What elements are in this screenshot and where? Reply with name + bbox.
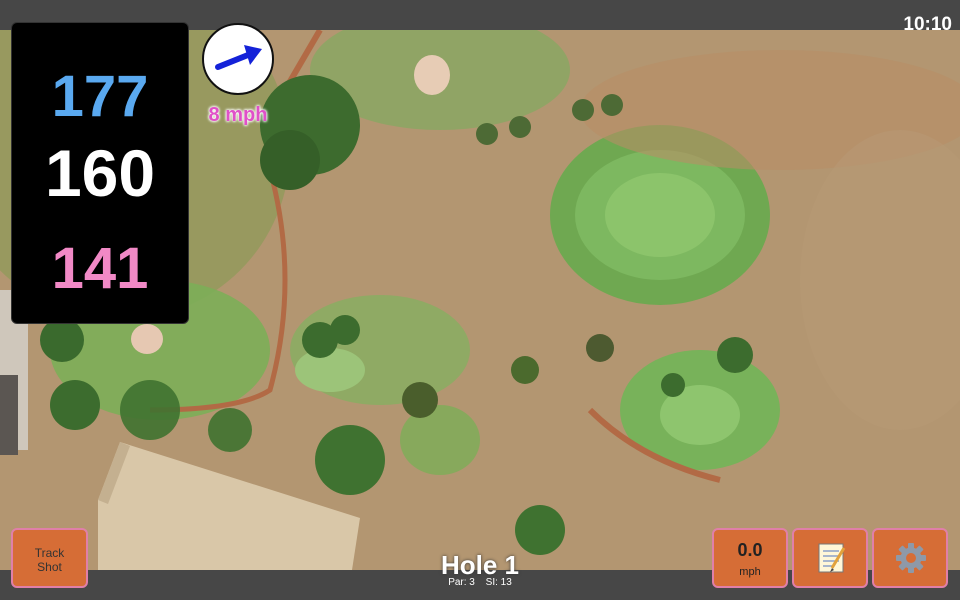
wind-speed: 8 mph [208,104,268,126]
clock: 10:10 [903,14,952,35]
notepad-icon [818,543,846,573]
back-distance: 177 [51,64,149,129]
wind-entry-unit: mph [739,566,761,578]
hole-stroke-index: SI: 13 [485,577,512,588]
hole-info: Par: 3 SI: 13 [380,577,580,588]
hole-par: Par: 3 [448,577,475,588]
track-shot-label: Track Shot [34,546,65,574]
gear-icon [896,543,926,573]
notes-button[interactable] [792,528,868,588]
front-distance: 141 [51,236,149,301]
arrow-icon [215,45,262,70]
wind-entry-button[interactable]: 0.0 mph [712,528,788,588]
distance-panel: 177 160 141 [11,22,189,324]
track-shot-button[interactable]: Track Shot [11,528,88,588]
wind-entry-value: 0.0 [737,540,763,560]
center-distance: 160 [44,136,156,210]
wind-indicator [202,23,274,95]
settings-button[interactable] [872,528,948,588]
